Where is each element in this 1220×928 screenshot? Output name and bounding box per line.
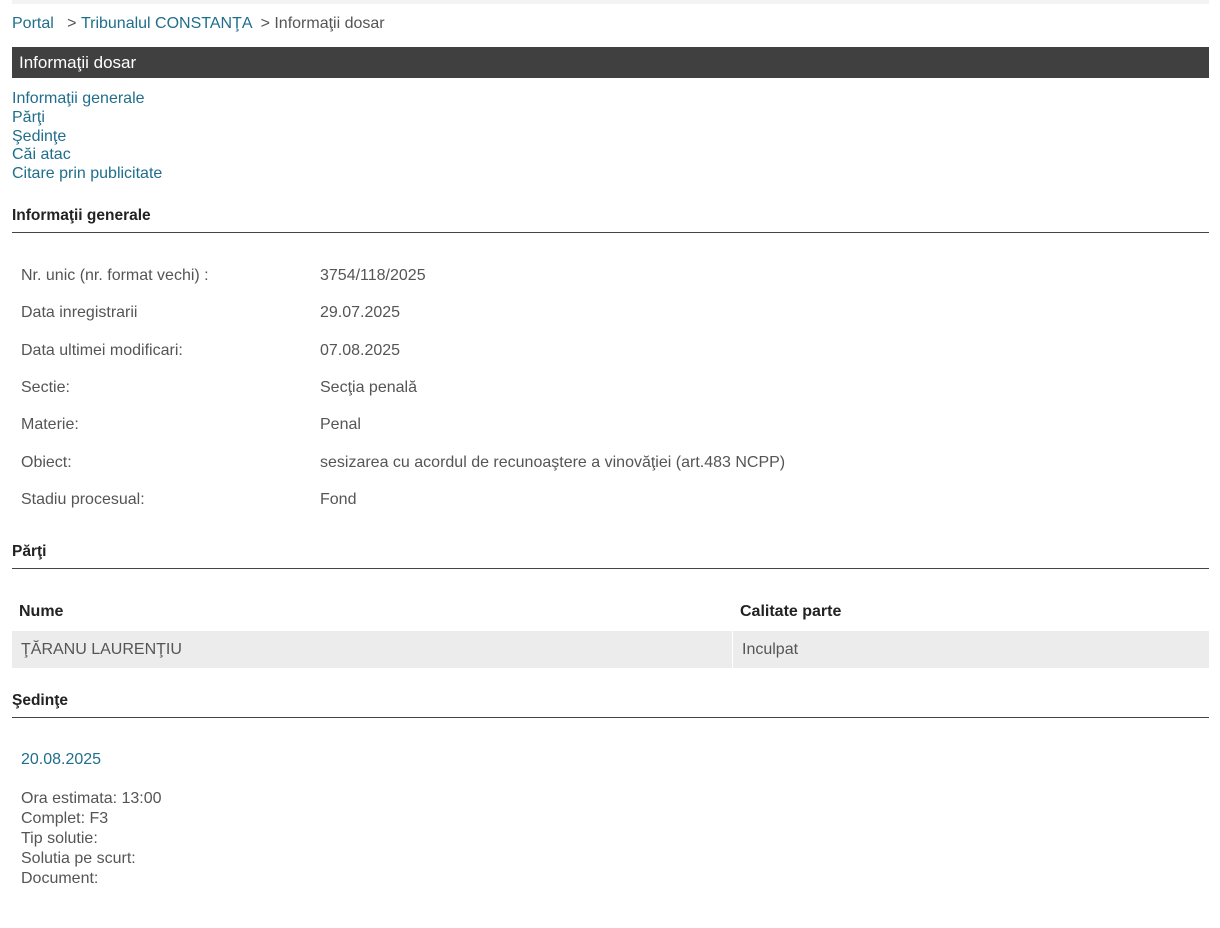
- info-row-case-number: Nr. unic (nr. format vechi) : 3754/118/20…: [21, 267, 426, 285]
- info-label: Sectie:: [21, 379, 70, 396]
- info-row-section: Sectie: Secţia penală: [21, 379, 417, 397]
- table-row: ŢĂRANU LAURENŢIU Inculpat: [12, 631, 1209, 668]
- breadcrumb-court-link[interactable]: Tribunalul CONSTANŢA: [81, 15, 252, 32]
- nav-link-general-info[interactable]: Informaţii generale: [12, 90, 162, 109]
- info-label: Materie:: [21, 416, 79, 433]
- nav-link-appeals[interactable]: Căi atac: [12, 146, 162, 165]
- info-row-registration-date: Data inregistrarii 29.07.2025: [21, 304, 400, 322]
- nav-link-hearings[interactable]: Şedinţe: [12, 128, 162, 147]
- nav-link-parties[interactable]: Părţi: [12, 109, 162, 128]
- info-value: Penal: [320, 416, 361, 433]
- info-value: 07.08.2025: [320, 342, 401, 359]
- breadcrumb-portal-link[interactable]: Portal: [12, 15, 54, 32]
- column-header-name: Nume: [19, 603, 64, 620]
- section-heading-parties: Părţi: [12, 543, 1209, 569]
- info-label: Nr. unic (nr. format vechi) :: [21, 267, 209, 284]
- party-role-cell: Inculpat: [742, 641, 799, 658]
- info-value: sesizarea cu acordul de recunoaştere a v…: [320, 454, 786, 471]
- info-row-matter: Materie: Penal: [21, 416, 361, 434]
- info-value: 3754/118/2025: [320, 267, 426, 284]
- hearing-details: Ora estimata: 13:00 Complet: F3 Tip solu…: [21, 789, 162, 889]
- hearing-estimated-time: Ora estimata: 13:00: [21, 790, 162, 807]
- info-label: Stadiu procesual:: [21, 491, 145, 508]
- breadcrumb-separator: >: [260, 15, 270, 32]
- hearing-date: 20.08.2025: [21, 751, 102, 768]
- info-row-procedural-stage: Stadiu procesual: Fond: [21, 491, 356, 509]
- section-heading-hearings: Şedinţe: [12, 692, 1209, 718]
- column-header-party-role: Calitate parte: [740, 603, 842, 620]
- info-row-object: Obiect: sesizarea cu acordul de recunoaşt…: [21, 454, 785, 472]
- breadcrumb-current: Informaţii dosar: [274, 15, 385, 32]
- nav-link-public-summons[interactable]: Citare prin publicitate: [12, 165, 162, 184]
- info-value: Fond: [320, 491, 357, 508]
- hearing-document: Document:: [21, 870, 99, 887]
- hearing-solution-type: Tip solutie:: [21, 830, 98, 847]
- info-value: Secţia penală: [320, 379, 417, 396]
- info-label: Data inregistrarii: [21, 304, 138, 321]
- info-label: Data ultimei modificari:: [21, 342, 183, 359]
- info-label: Obiect:: [21, 454, 72, 471]
- party-name-cell: ŢĂRANU LAURENŢIU: [12, 631, 733, 668]
- section-heading-general-info: Informaţii generale: [12, 207, 1209, 233]
- info-row-last-modified: Data ultimei modificari: 07.08.2025: [21, 342, 400, 360]
- info-value: 29.07.2025: [320, 304, 401, 321]
- section-nav: Informaţii generale Părţi Şedinţe Căi at…: [12, 90, 162, 184]
- hearing-solution-summary: Solutia pe scurt:: [21, 850, 136, 867]
- breadcrumb: Portal > Tribunalul CONSTANŢA > Informaţ…: [12, 15, 385, 33]
- breadcrumb-separator: >: [67, 15, 77, 32]
- page-title: Informaţii dosar: [12, 47, 1209, 78]
- top-divider: [12, 0, 1209, 4]
- hearing-panel: Complet: F3: [21, 810, 109, 827]
